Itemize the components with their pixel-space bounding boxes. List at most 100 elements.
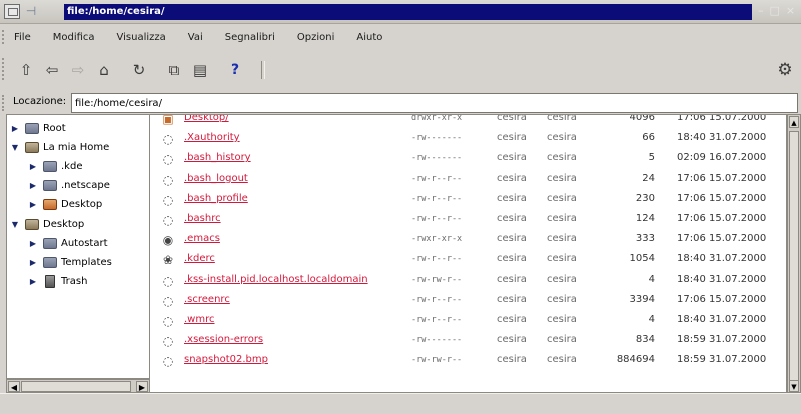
gear-icon[interactable]: ⚙ [774, 59, 796, 81]
file-row[interactable]: ◌ .bashrc -rw-r--r-- cesira cesira 124 17:06 1… [150, 210, 786, 230]
scroll-down-icon[interactable]: ▼ [789, 380, 799, 392]
file-name[interactable]: .Xauthority [184, 132, 240, 143]
file-row[interactable]: ◌ .bash_history -rw------- cesira cesira 5 02:… [150, 149, 786, 169]
file-icon[interactable]: ◌ [161, 152, 175, 166]
expand-arrow-icon[interactable]: ▶ [27, 200, 39, 209]
file-row[interactable]: ◌ .kss-install.pid.localhost.localdomain -… [150, 271, 786, 291]
expand-arrow-icon[interactable]: ▶ [27, 162, 39, 171]
folder-icon [43, 237, 57, 249]
scroll-thumb[interactable] [789, 131, 799, 381]
help-icon[interactable]: ? [224, 59, 246, 81]
menu-file[interactable]: File [14, 32, 31, 43]
file-row[interactable]: ◌ .bash_profile -rw-r--r-- cesira cesira 230 1… [150, 190, 786, 210]
file-icon[interactable]: ◌ [161, 274, 175, 288]
file-icon[interactable]: ◌ [161, 213, 175, 227]
file-name[interactable]: .bashrc [184, 213, 221, 224]
file-name[interactable]: Desktop/ [184, 115, 229, 123]
forward-arrow-icon[interactable]: ⇨ [67, 59, 89, 81]
collapse-arrow-icon[interactable]: ▼ [9, 143, 21, 152]
paste-icon[interactable]: ▤ [189, 59, 211, 81]
minimize-icon[interactable]: – [758, 5, 764, 17]
tree-node-autostart[interactable]: ▶ Autostart [27, 233, 108, 253]
folder-icon [43, 179, 57, 191]
file-owner: cesira [497, 152, 527, 164]
tree-node-kde[interactable]: ▶ .kde [27, 156, 82, 176]
file-icon[interactable]: ◌ [161, 354, 175, 368]
file-list-vertical-scrollbar[interactable]: ▲ ▼ [787, 114, 801, 393]
menu-opzioni[interactable]: Opzioni [297, 32, 334, 43]
expand-arrow-icon[interactable]: ▶ [27, 258, 39, 267]
expand-arrow-icon[interactable]: ▶ [9, 124, 21, 133]
file-icon[interactable]: ◌ [161, 334, 175, 348]
maximize-icon[interactable]: □ [770, 5, 780, 17]
scroll-thumb[interactable] [21, 381, 131, 392]
expand-arrow-icon[interactable]: ▶ [27, 181, 39, 190]
menubar-grip[interactable] [2, 30, 8, 44]
file-name[interactable]: .kderc [184, 253, 215, 264]
locationbar-grip[interactable] [2, 95, 8, 111]
tree-node-root[interactable]: ▶ Root [9, 118, 66, 138]
close-icon[interactable]: × [786, 5, 795, 17]
file-icon[interactable]: ◌ [161, 132, 175, 146]
file-name[interactable]: .xsession-errors [184, 334, 263, 345]
desktop-folder-icon[interactable]: ▣ [161, 115, 175, 126]
menu-visualizza[interactable]: Visualizza [117, 32, 166, 43]
file-row[interactable]: ◌ .screenrc -rw-r--r-- cesira cesira 3394 17:0… [150, 291, 786, 311]
expand-arrow-icon[interactable]: ▶ [27, 239, 39, 248]
tree-node-desktop[interactable]: ▼ Desktop [9, 214, 84, 234]
file-row[interactable]: ◌ .xsession-errors -rw------- cesira cesira 8… [150, 331, 786, 351]
file-row[interactable]: ◌ .Xauthority -rw------- cesira cesira 66 18:4… [150, 129, 786, 149]
collapse-arrow-icon[interactable]: ▼ [9, 220, 21, 229]
file-icon[interactable]: ◌ [161, 173, 175, 187]
menu-vai[interactable]: Vai [188, 32, 203, 43]
tree-node-desktop-home[interactable]: ▶ Desktop [27, 194, 102, 214]
file-name[interactable]: snapshot02.bmp [184, 354, 268, 365]
tree-node-label: La mia Home [43, 141, 110, 153]
file-date: 17:06 15.07.2000 [677, 213, 767, 224]
tree-node-trash[interactable]: ▶ Trash [27, 271, 87, 291]
file-icon[interactable]: ◌ [161, 314, 175, 328]
home-icon[interactable]: ⌂ [93, 59, 115, 81]
tree-node-netscape[interactable]: ▶ .netscape [27, 175, 110, 195]
menu-segnalibri[interactable]: Segnalibri [225, 32, 275, 43]
reload-icon[interactable]: ↻ [128, 59, 150, 81]
tree-node-home[interactable]: ▼ La mia Home [9, 137, 109, 157]
tree-node-label: Root [43, 122, 66, 134]
file-size: 5 [648, 152, 655, 164]
file-row[interactable]: ◌ .bash_logout -rw-r--r-- cesira cesira 24 17:… [150, 170, 786, 190]
tree-horizontal-scrollbar[interactable]: ◀ ▶ [6, 379, 150, 393]
file-name[interactable]: .emacs [184, 233, 220, 244]
file-name[interactable]: .wmrc [184, 314, 215, 325]
file-name[interactable]: .kss-install.pid.localhost.localdomain [184, 274, 368, 285]
file-row[interactable]: ◌ .wmrc -rw-r--r-- cesira cesira 4 18:40 31.07… [150, 311, 786, 331]
file-icon[interactable]: ◌ [161, 294, 175, 308]
toolbar-grip[interactable] [2, 58, 8, 80]
up-arrow-icon[interactable]: ⇧ [15, 59, 37, 81]
scroll-right-icon[interactable]: ▶ [136, 381, 148, 392]
copy-icon[interactable]: ⧉ [163, 59, 185, 81]
directory-tree[interactable]: ▶ Root ▼ La mia Home ▶ .kde ▶ .netscape … [6, 114, 150, 379]
emacs-file-icon[interactable]: ◉ [161, 233, 175, 247]
file-row[interactable]: ❀ .kderc -rw-r--r-- cesira cesira 1054 18:40 3… [150, 250, 786, 270]
file-name[interactable]: .screenrc [184, 294, 230, 305]
scroll-left-icon[interactable]: ◀ [8, 381, 20, 392]
file-name[interactable]: .bash_logout [184, 173, 248, 184]
scroll-up-icon[interactable]: ▲ [789, 116, 799, 128]
file-row[interactable]: ◌ snapshot02.bmp -rw-rw-r-- cesira cesira 884… [150, 351, 786, 371]
file-list[interactable]: ▣ Desktop/drwxr-xr-x cesira cesira 4096 17:06… [150, 114, 787, 393]
tree-node-templates[interactable]: ▶ Templates [27, 252, 112, 272]
menu-aiuto[interactable]: Aiuto [356, 32, 382, 43]
expand-arrow-icon[interactable]: ▶ [27, 277, 39, 286]
kde-file-icon[interactable]: ❀ [161, 253, 175, 267]
file-row[interactable]: ◉ .emacs -rwxr-xr-x cesira cesira 333 17:06 15… [150, 230, 786, 250]
location-input[interactable] [71, 93, 798, 113]
menu-modifica[interactable]: Modifica [53, 32, 95, 43]
window-menu-icon[interactable] [4, 4, 20, 19]
file-name[interactable]: .bash_history [184, 152, 251, 163]
file-name[interactable]: .bash_profile [184, 193, 248, 204]
file-icon[interactable]: ◌ [161, 193, 175, 207]
stop-icon[interactable] [261, 61, 265, 79]
back-arrow-icon[interactable]: ⇦ [41, 59, 63, 81]
pin-icon[interactable]: ⊣ [24, 4, 38, 19]
file-row[interactable]: ▣ Desktop/drwxr-xr-x cesira cesira 4096 17:06… [150, 115, 786, 129]
